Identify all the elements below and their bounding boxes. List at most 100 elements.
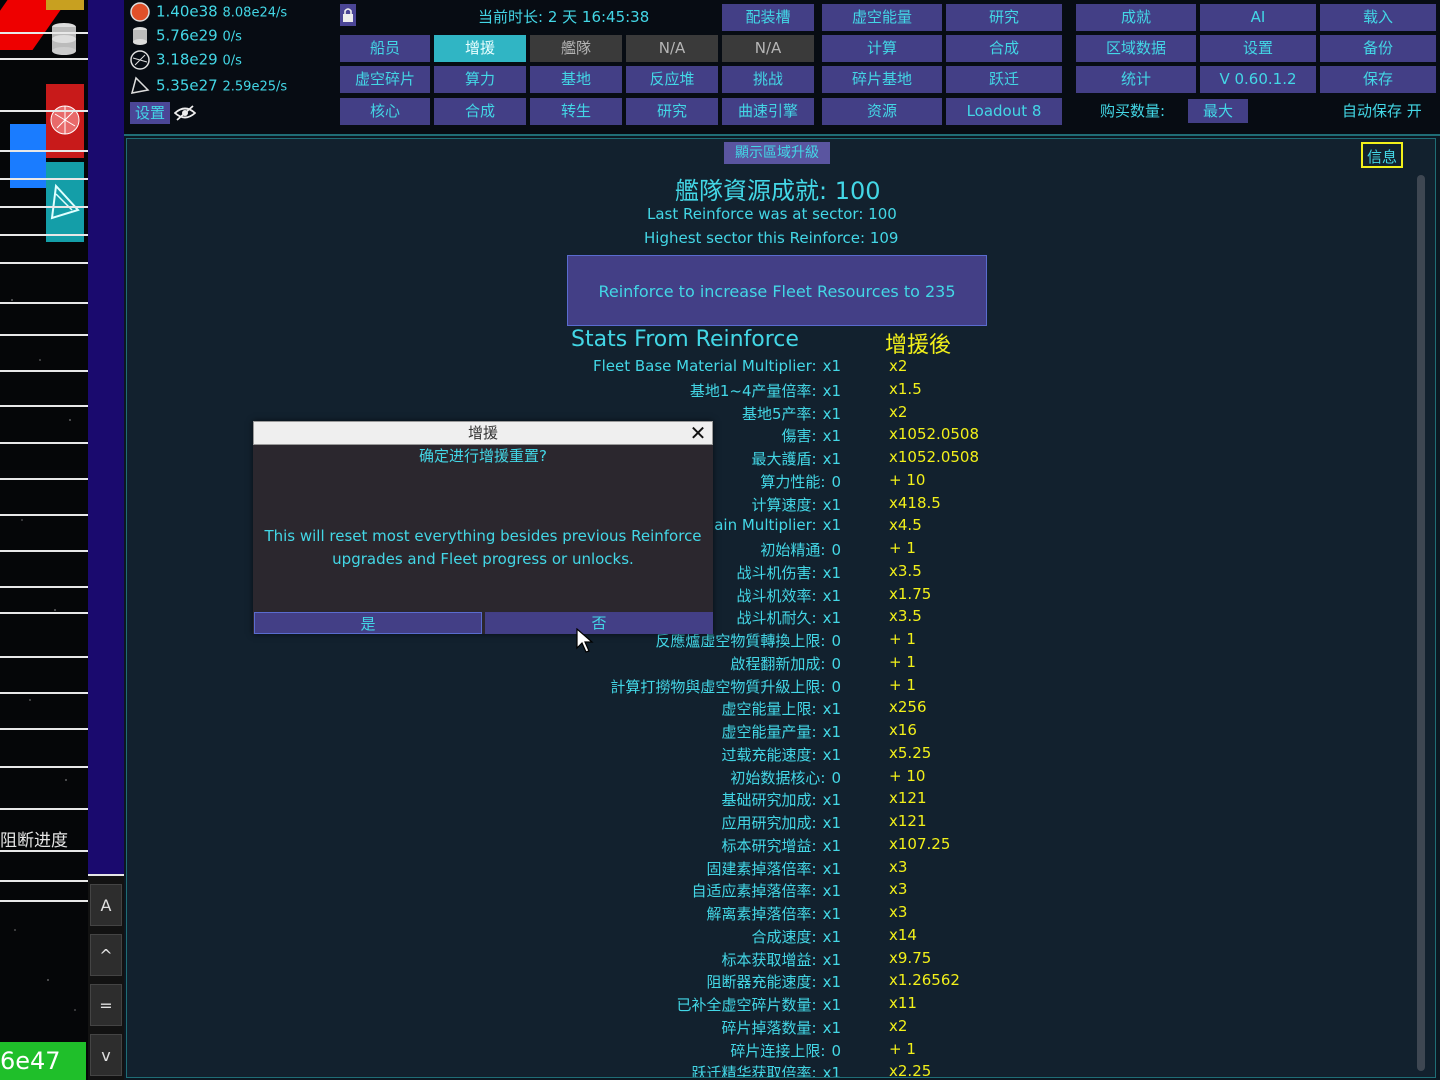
reinforce-confirm-dialog: 增援 ✕ 确定进行增援重置? This will reset most ever… — [253, 421, 713, 634]
stat-current-value: 0 — [831, 678, 841, 696]
loadout-slot-button[interactable]: 配装槽 — [722, 4, 814, 31]
tab-compute[interactable]: 算力 — [434, 66, 526, 93]
stat-current-value: x1 — [822, 928, 841, 946]
tab-reinforce[interactable]: 增援 — [434, 35, 526, 62]
backup-button[interactable]: 备份 — [1320, 35, 1436, 62]
stat-new-value: x256 — [889, 698, 927, 716]
buy-amount-button[interactable]: 最大 — [1188, 99, 1248, 123]
tab-fleet[interactable]: 艦隊 — [530, 35, 622, 62]
tab-research[interactable]: 研究 — [626, 98, 718, 125]
no-button[interactable]: 否 — [485, 612, 713, 634]
play-time: 当前时长: 2 天 16:45:38 — [478, 8, 650, 26]
red-unit-cell[interactable] — [46, 84, 84, 158]
lock-icon[interactable] — [340, 4, 356, 26]
teal-unit-cell[interactable] — [46, 162, 84, 242]
research-button[interactable]: 研究 — [946, 4, 1062, 31]
tab-void-fragments[interactable]: 虚空碎片 — [340, 66, 430, 93]
stat-current-value: x1 — [822, 973, 841, 991]
tab-challenge[interactable]: 挑战 — [722, 66, 814, 93]
side-button-a[interactable]: A — [90, 884, 122, 926]
red-orb-icon — [50, 105, 80, 135]
stat-name: 最大護盾: — [751, 450, 817, 468]
compute-button[interactable]: 计算 — [822, 35, 942, 62]
divider-line — [0, 900, 88, 902]
load-button[interactable]: 载入 — [1320, 4, 1436, 31]
void-energy-button[interactable]: 虚空能量 — [822, 4, 942, 31]
stat-name: 碎片连接上限: — [730, 1042, 826, 1060]
tab-base[interactable]: 基地 — [530, 66, 622, 93]
stats-button[interactable]: 统计 — [1076, 66, 1196, 93]
stat-name: 初始数据核心: — [730, 769, 826, 787]
stat-current-value: x1 — [822, 905, 841, 923]
last-reinforce-text: Last Reinforce was at sector: 100 — [647, 205, 897, 223]
divider-line — [0, 880, 88, 882]
settings-menu-button[interactable]: 设置 — [1200, 35, 1316, 62]
achievements-button[interactable]: 成就 — [1076, 4, 1196, 31]
purple-side-bar — [88, 0, 124, 875]
stat-label: ain Multiplier: x1 — [714, 516, 841, 534]
stat-name: Fleet Base Material Multiplier: — [592, 357, 817, 375]
stat-name: 计算速度: — [751, 496, 817, 514]
stat-new-value: + 1 — [889, 1040, 916, 1058]
stat-new-value: x3.5 — [889, 607, 922, 625]
stat-new-value: x11 — [889, 994, 917, 1012]
stat-name: 算力性能: — [760, 473, 826, 491]
stat-label: 解离素掉落倍率: x1 — [707, 903, 841, 924]
stat-name: 固建素掉落倍率: — [706, 860, 817, 878]
stat-current-value: 0 — [831, 541, 841, 559]
resource-amount: 5.76e29 — [156, 26, 218, 45]
stat-new-value: x1.75 — [889, 585, 932, 603]
tab-core[interactable]: 核心 — [340, 98, 430, 125]
reinforce-button[interactable]: Reinforce to increase Fleet Resources to… — [567, 255, 987, 326]
yes-button[interactable]: 是 — [254, 612, 482, 634]
stat-label: Fleet Base Material Multiplier: x1 — [593, 357, 841, 375]
stat-current-value: x1 — [822, 382, 841, 400]
tab-warp-engine[interactable]: 曲速引擎 — [722, 98, 814, 125]
stat-current-value: x1 — [822, 405, 841, 423]
dialog-body-line: This will reset most everything besides … — [264, 527, 702, 545]
resource-amount: 5.35e27 — [156, 76, 218, 95]
loadout-button[interactable]: Loadout 8 — [946, 98, 1062, 125]
tab-reactor[interactable]: 反应堆 — [626, 66, 718, 93]
scrollbar[interactable] — [1417, 175, 1425, 1071]
dialog-title: 增援 — [467, 424, 498, 442]
stat-label: 自适应素掉落倍率: x1 — [692, 880, 841, 901]
settings-button[interactable]: 设置 — [130, 102, 170, 124]
hide-eye-icon[interactable] — [174, 104, 196, 122]
stat-new-value: x121 — [889, 812, 927, 830]
save-button[interactable]: 保存 — [1320, 66, 1436, 93]
stat-label: 算力性能: 0 — [760, 471, 841, 492]
divider-line — [0, 32, 88, 34]
fragment-base-button[interactable]: 碎片基地 — [822, 66, 942, 93]
side-button-down[interactable]: v — [90, 1034, 122, 1076]
resource-row: 3.18e29 0/s — [130, 50, 242, 74]
tab-crew[interactable]: 船员 — [340, 35, 430, 62]
tab-rebirth[interactable]: 转生 — [530, 98, 622, 125]
info-button[interactable]: 信息 — [1361, 142, 1403, 168]
tab-synthesis[interactable]: 合成 — [434, 98, 526, 125]
resources-button[interactable]: 资源 — [822, 98, 942, 125]
transfer-button[interactable]: 跃迁 — [946, 66, 1062, 93]
sector-data-button[interactable]: 区域数据 — [1076, 35, 1196, 62]
stat-name: 虚空能量上限: — [721, 700, 817, 718]
stat-current-value: x1 — [822, 516, 841, 534]
autosave-toggle[interactable]: 自动保存 开 — [1342, 100, 1422, 121]
synthesis-button[interactable]: 合成 — [946, 35, 1062, 62]
stat-name: 战斗机效率: — [736, 587, 817, 605]
close-icon[interactable]: ✕ — [688, 423, 708, 443]
tab-na-1[interactable]: N/A — [626, 35, 718, 62]
stat-new-value: x16 — [889, 721, 917, 739]
stat-new-value: x3 — [889, 858, 908, 876]
gold-block — [46, 0, 84, 10]
stat-current-value: 0 — [831, 1042, 841, 1060]
side-button-equal[interactable]: = — [90, 984, 122, 1026]
stat-new-value: x3.5 — [889, 562, 922, 580]
side-button-up[interactable]: ^ — [90, 934, 122, 976]
show-sector-upgrades-button[interactable]: 顯示區域升級 — [724, 142, 830, 164]
stat-current-value: 0 — [831, 473, 841, 491]
stat-label: 跃迁精华获取倍率: x1 — [692, 1062, 841, 1077]
stat-label: 碎片掉落数量: x1 — [722, 1017, 841, 1038]
ai-button[interactable]: AI — [1200, 4, 1316, 31]
version-button[interactable]: V 0.60.1.2 — [1200, 66, 1316, 93]
tab-na-2[interactable]: N/A — [722, 35, 814, 62]
